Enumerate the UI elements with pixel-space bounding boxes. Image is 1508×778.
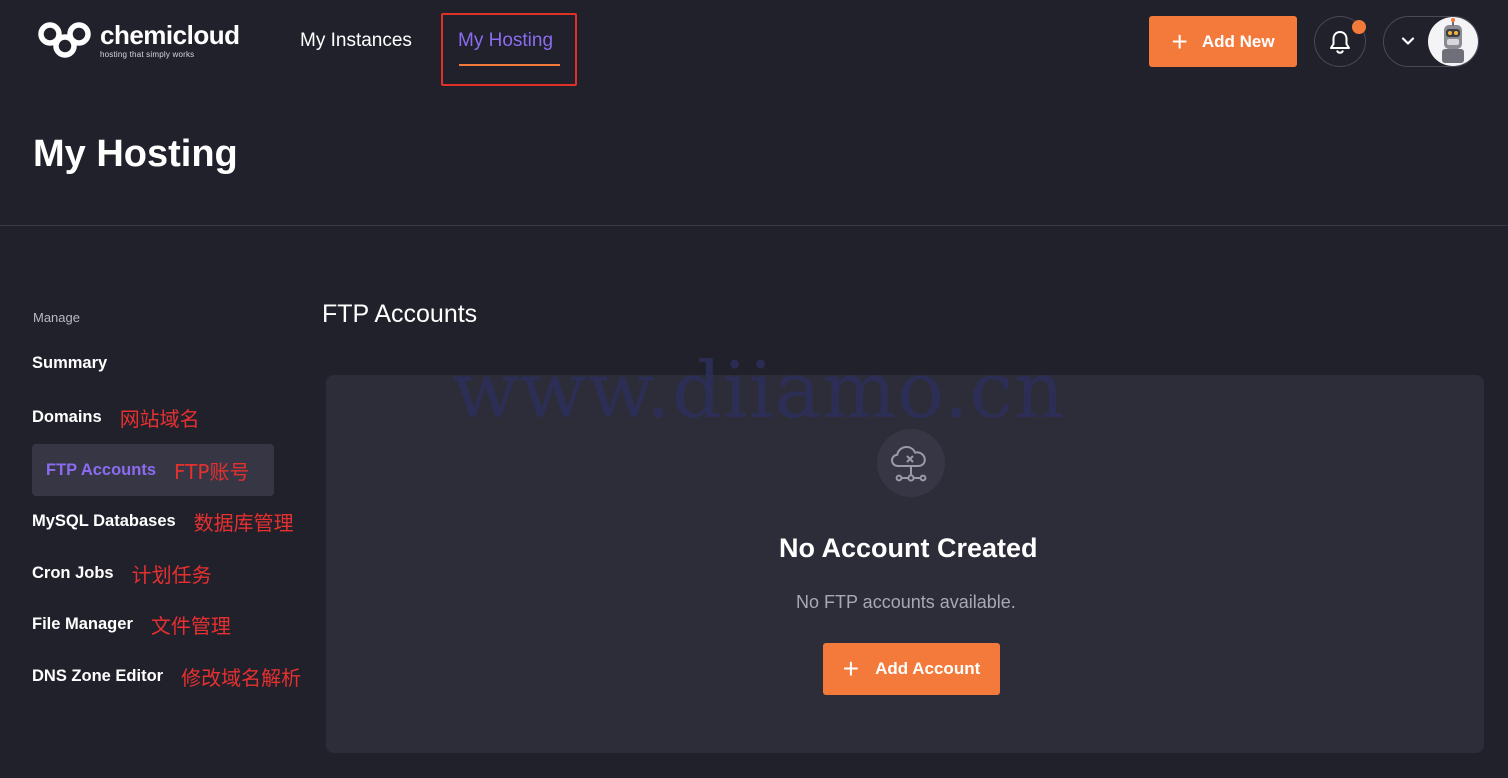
plus-icon: + [1171,25,1188,57]
avatar[interactable] [1428,17,1478,66]
sidebar-item-ftp-accounts[interactable]: FTP Accounts FTP账号 [32,444,274,496]
sidebar-item-mysql-databases[interactable]: MySQL Databases 数据库管理 [32,507,294,536]
sidebar-heading: Manage [33,310,80,325]
cloud-network-icon [877,429,945,497]
add-account-button[interactable]: + Add Account [823,643,1000,695]
nav-my-instances[interactable]: My Instances [300,30,412,52]
sidebar-item-label: FTP Accounts [46,460,157,479]
bell-icon [1330,30,1350,54]
brand-tagline: hosting that simply works [100,50,195,59]
sidebar-item-file-manager[interactable]: File Manager 文件管理 [32,610,231,639]
brand-logo[interactable]: chemicloud hosting that simply works [36,16,240,64]
sidebar-item-summary[interactable]: Summary [32,354,107,373]
user-menu-button[interactable] [1383,16,1479,67]
sidebar-item-label: MySQL Databases [32,512,176,530]
empty-state-title: No Account Created [779,533,1038,563]
watermark: www.diiamo.cn [452,346,1066,436]
sidebar-item-domains[interactable]: Domains 网站域名 [32,403,200,432]
sidebar-item-label: File Manager [32,615,133,633]
annotation-note: 文件管理 [150,614,231,638]
empty-state-subtitle: No FTP accounts available. [796,592,1016,612]
sidebar-item-dns-zone-editor[interactable]: DNS Zone Editor 修改域名解析 [32,662,301,691]
chevron-down-icon [1401,37,1415,45]
annotation-note: FTP账号 [174,459,250,484]
page-title: My Hosting [33,133,238,175]
annotation-note: 网站域名 [119,407,200,431]
header-divider [0,225,1508,226]
sidebar-item-label: Summary [32,354,108,372]
add-new-label: Add New [1201,31,1275,51]
annotation-highlight-box [441,13,577,86]
annotation-note: 修改域名解析 [181,666,302,690]
brand-name: chemicloud [100,20,240,50]
add-new-button[interactable]: + Add New [1149,16,1297,67]
section-title: FTP Accounts [322,300,478,328]
sidebar-item-cron-jobs[interactable]: Cron Jobs 计划任务 [32,559,212,588]
sidebar-item-label: Domains [32,408,102,426]
sidebar-item-label: DNS Zone Editor [32,667,164,685]
chemicloud-logo-icon [38,22,91,58]
notification-badge [1352,20,1366,34]
top-bar: chemicloud hosting that simply works My … [0,0,1508,86]
add-account-label: Add Account [875,659,981,678]
annotation-note: 数据库管理 [193,511,294,535]
robot-avatar-icon [1442,18,1464,63]
annotation-note: 计划任务 [131,563,212,587]
plus-icon: + [842,653,860,684]
sidebar-item-label: Cron Jobs [32,564,114,582]
